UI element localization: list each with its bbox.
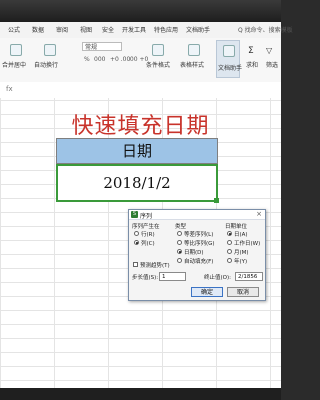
tab-view[interactable]: 视图 xyxy=(80,25,92,34)
trend-label: 预测趋势(T) xyxy=(140,263,170,269)
linear-radio[interactable] xyxy=(177,231,182,236)
autofill-label: 自动填充(F) xyxy=(184,259,214,265)
growth-label: 等比序列(G) xyxy=(184,241,215,247)
doc-assistant-icon xyxy=(223,45,235,57)
ok-button[interactable]: 确定 xyxy=(191,287,223,297)
tab-data[interactable]: 数据 xyxy=(32,25,44,34)
tab-developer[interactable]: 开发工具 xyxy=(122,25,146,34)
autofill-radio[interactable] xyxy=(177,258,182,263)
year-radio[interactable] xyxy=(227,258,232,263)
formula-bar[interactable]: fx xyxy=(0,82,281,99)
weekday-label: 工作日(W) xyxy=(234,241,261,247)
stop-input[interactable]: 2/1856 xyxy=(235,272,263,281)
tab-features[interactable]: 特色应用 xyxy=(154,25,178,34)
conditional-format-button[interactable]: 条件格式 xyxy=(146,60,170,69)
dialog-titlebar[interactable]: S 序列 × xyxy=(129,210,265,220)
rows-radio[interactable] xyxy=(134,231,139,236)
ribbon-toolbar: 合并居中 自动换行 常规 % 000 +0 .00 .00 +0 条件格式 表格… xyxy=(0,38,281,83)
step-input[interactable]: 1 xyxy=(159,272,186,281)
date-type-label: 日期(D) xyxy=(184,250,204,256)
fill-handle[interactable] xyxy=(214,198,219,203)
date-radio[interactable] xyxy=(177,249,182,254)
growth-radio[interactable] xyxy=(177,240,182,245)
cancel-button[interactable]: 取消 xyxy=(227,287,259,297)
top-dark-bar xyxy=(0,0,281,22)
command-search[interactable]: Q 找命令、搜索模板 xyxy=(238,25,293,34)
date-header-cell[interactable]: 日期 xyxy=(56,138,218,164)
day-radio[interactable] xyxy=(227,231,232,236)
columns-label: 列(C) xyxy=(141,241,155,247)
date-value-cell[interactable]: 2018/1/2 xyxy=(56,164,218,202)
thousands-button[interactable]: 000 xyxy=(94,56,105,63)
stop-label: 终止值(O): xyxy=(204,275,231,281)
merge-center-button[interactable]: 合并居中 xyxy=(2,60,26,69)
trend-checkbox[interactable] xyxy=(133,262,138,267)
dialog-title: 序列 xyxy=(140,213,153,220)
merge-center-icon[interactable] xyxy=(10,44,22,56)
wrap-text-button[interactable]: 自动换行 xyxy=(34,60,58,69)
close-icon[interactable]: × xyxy=(256,210,262,218)
rows-label: 行(R) xyxy=(141,232,155,238)
fx-icon[interactable]: fx xyxy=(6,85,13,93)
day-label: 日(A) xyxy=(234,232,248,238)
step-label: 步长值(S): xyxy=(132,275,159,281)
bottom-dark-bar xyxy=(0,388,281,400)
app-logo-icon: S xyxy=(131,211,138,218)
sum-button[interactable]: 求和 xyxy=(246,60,258,69)
series-in-label: 序列产生在 xyxy=(132,224,160,230)
sum-icon[interactable]: Σ xyxy=(248,46,254,56)
percent-button[interactable]: % xyxy=(84,56,90,63)
series-dialog: S 序列 × 序列产生在 行(R) 列(C) 类型 等差序列(L) 等比序列(G… xyxy=(128,209,266,301)
type-label: 类型 xyxy=(175,224,187,230)
filter-icon[interactable]: ▽ xyxy=(266,46,272,55)
tab-formula[interactable]: 公式 xyxy=(8,25,20,34)
filter-button[interactable]: 筛选 xyxy=(266,60,278,69)
columns-radio[interactable] xyxy=(134,240,139,245)
weekday-radio[interactable] xyxy=(227,240,232,245)
doc-assistant-button[interactable]: 文档助手 xyxy=(216,40,243,78)
table-style-icon[interactable] xyxy=(188,44,200,56)
conditional-format-icon[interactable] xyxy=(152,44,164,56)
linear-label: 等差序列(L) xyxy=(184,232,214,238)
number-format-select[interactable]: 常规 xyxy=(82,42,122,51)
date-unit-label: 日期单位 xyxy=(225,224,248,230)
sheet-title: 快速填充日期 xyxy=(71,114,210,139)
wrap-text-icon[interactable] xyxy=(44,44,56,56)
ribbon-tab-bar: 公式 数据 审阅 视图 安全 开发工具 特色应用 文档助手 Q 找命令、搜索模板 xyxy=(0,22,293,39)
year-label: 年(Y) xyxy=(234,259,248,265)
month-radio[interactable] xyxy=(227,249,232,254)
tab-doc-assistant[interactable]: 文档助手 xyxy=(186,25,210,34)
table-style-button[interactable]: 表格样式 xyxy=(180,60,204,69)
doc-assistant-label: 文档助手 xyxy=(218,65,243,72)
tab-security[interactable]: 安全 xyxy=(102,25,114,34)
month-label: 月(M) xyxy=(234,250,249,256)
tab-review[interactable]: 审阅 xyxy=(56,25,68,34)
